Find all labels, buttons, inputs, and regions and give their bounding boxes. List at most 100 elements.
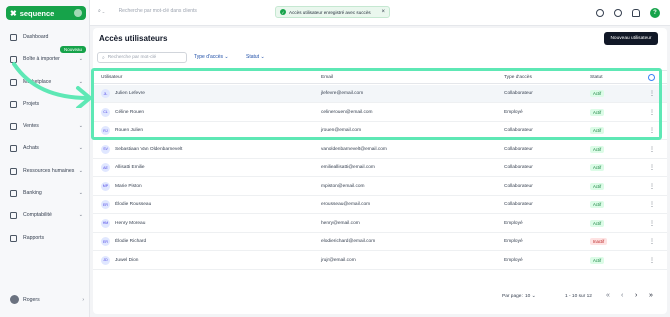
table-row[interactable]: RJ Rouen Julien jrouen@email.com Collaborat… bbox=[93, 122, 667, 140]
avatar: HM bbox=[101, 218, 110, 228]
table-row[interactable]: ER Élodie Richard elodierichard@email.com E… bbox=[93, 233, 667, 251]
more-options-icon[interactable]: ⋮ bbox=[649, 127, 655, 134]
column-header-user[interactable]: Utilisateur bbox=[101, 75, 122, 80]
access-type: Collaborateur bbox=[504, 128, 533, 133]
global-search[interactable]: ⌕ ⌄ Recherche par mot-clé dans clients bbox=[98, 8, 197, 14]
sidebar-item-label: Dashboard bbox=[23, 34, 49, 40]
close-icon[interactable]: × bbox=[381, 9, 385, 15]
avatar: CL bbox=[101, 107, 110, 117]
user-name: Julien Lefevre bbox=[115, 91, 145, 96]
user-email: jrouen@email.com bbox=[321, 128, 362, 133]
column-header-email[interactable]: Email bbox=[321, 75, 333, 80]
logo-text: sequence bbox=[19, 8, 55, 18]
column-header-type[interactable]: Type d'accès bbox=[504, 75, 532, 80]
table-row[interactable]: AE Allisatti Emilie emilieallisatti@email.… bbox=[93, 159, 667, 177]
filter-access-type[interactable]: Type d'accès ⌄ bbox=[194, 54, 229, 60]
access-type: Employé bbox=[504, 220, 523, 226]
search-placeholder: Recherche par mot-clé bbox=[107, 55, 157, 60]
user-name: Sebastiaan Van Oldenbarnevelt bbox=[115, 146, 183, 152]
table-row[interactable]: ER Élodie Rousseau erousseau@email.com Coll… bbox=[93, 196, 667, 214]
sidebar-item-comptabilite[interactable]: Comptabilité ⌄ bbox=[0, 209, 90, 221]
chevron-down-icon: ⌄ bbox=[78, 168, 83, 174]
table-row[interactable]: JL Julien Lefevre jlefevre@email.com Collab… bbox=[93, 85, 667, 103]
access-type: Collaborateur bbox=[504, 183, 533, 189]
filter-status[interactable]: Statut ⌄ bbox=[246, 54, 265, 60]
avatar: RJ bbox=[101, 126, 110, 135]
add-icon[interactable] bbox=[596, 9, 604, 17]
more-options-icon[interactable]: ⋮ bbox=[649, 220, 655, 227]
status-badge: Actif bbox=[590, 256, 605, 264]
avatar: JD bbox=[101, 255, 110, 265]
user-email: jrujr@email.com bbox=[321, 257, 356, 263]
chevron-right-icon: › bbox=[82, 296, 84, 303]
sidebar-item-label: Ressources humaines bbox=[23, 168, 75, 174]
status-badge: Actif bbox=[590, 108, 605, 116]
sidebar-item-label: Banking bbox=[23, 190, 42, 196]
last-page-icon[interactable]: » bbox=[649, 292, 653, 299]
bell-icon[interactable] bbox=[632, 9, 640, 17]
more-options-icon[interactable]: ⋮ bbox=[649, 164, 655, 171]
page-range: 1 - 10 sur 12 bbox=[565, 294, 592, 299]
sidebar-item-rapports[interactable]: Rapports bbox=[0, 232, 90, 244]
table-row[interactable]: MP Marie Piston mpiston@email.com Collabora… bbox=[93, 178, 667, 196]
user-email: henry@email.com bbox=[321, 220, 360, 226]
more-options-icon[interactable]: ⋮ bbox=[649, 109, 655, 116]
filter-label: Type d'accès bbox=[194, 54, 224, 60]
table-search-input[interactable]: ⌕ Recherche par mot-clé bbox=[97, 52, 187, 63]
first-page-icon[interactable]: « bbox=[606, 292, 610, 299]
per-page-value: 10 bbox=[525, 294, 531, 299]
user-name: Allisatti Emilie bbox=[115, 165, 145, 170]
workspace-icon[interactable] bbox=[74, 9, 82, 17]
table-row[interactable]: SV Sebastiaan Van Oldenbarnevelt vanoldenb… bbox=[93, 141, 667, 159]
user-email: vanoldenbarnevelt@email.com bbox=[321, 146, 387, 152]
user-name: Juwel Dion bbox=[115, 257, 139, 263]
chevron-down-icon: ⌄ bbox=[78, 123, 83, 129]
chevron-down-icon: ⌄ bbox=[260, 54, 265, 60]
user-menu[interactable]: Rogers › bbox=[10, 295, 84, 304]
user-name: Élodie Richard bbox=[115, 239, 147, 244]
sidebar-item-achats[interactable]: Achats ⌄ bbox=[0, 142, 90, 154]
chevron-down-icon: ⌄ bbox=[78, 145, 83, 151]
logo[interactable]: ✖ sequence bbox=[6, 6, 86, 20]
user-email: elodierichard@email.com bbox=[321, 239, 376, 244]
access-type: Collaborateur bbox=[504, 202, 533, 207]
avatar: SV bbox=[101, 144, 110, 154]
new-user-button[interactable]: Nouveau utilisateur bbox=[604, 32, 658, 45]
more-options-icon[interactable]: ⋮ bbox=[649, 146, 655, 153]
sidebar-item-ventes[interactable]: Ventes ⌄ bbox=[0, 120, 90, 132]
more-options-icon[interactable]: ⋮ bbox=[649, 238, 655, 245]
sales-icon bbox=[10, 122, 17, 130]
more-options-icon[interactable]: ⋮ bbox=[649, 90, 655, 97]
table-header: Utilisateur Email Type d'accès Statut bbox=[93, 70, 667, 84]
avatar: JL bbox=[101, 89, 110, 98]
prev-page-icon[interactable]: ‹ bbox=[621, 292, 623, 299]
table-row[interactable]: CL Céline Rouen celinerouen@email.com Emplo… bbox=[93, 104, 667, 122]
next-page-icon[interactable]: › bbox=[635, 292, 637, 299]
settings-icon[interactable] bbox=[648, 74, 655, 81]
bank-icon bbox=[10, 189, 17, 197]
sidebar-item-banking[interactable]: Banking ⌄ bbox=[0, 187, 90, 199]
success-toast: ✓ Accès utilisateur enregistré avec succ… bbox=[275, 6, 390, 18]
more-options-icon[interactable]: ⋮ bbox=[649, 183, 655, 190]
clock-icon[interactable] bbox=[614, 9, 622, 17]
global-search-input[interactable]: Recherche par mot-clé dans clients bbox=[119, 8, 197, 14]
sidebar-item-label: Rapports bbox=[23, 235, 45, 241]
table-row[interactable]: HM Henry Moreau henry@email.com Employé Acti… bbox=[93, 215, 667, 233]
user-name: Marie Piston bbox=[115, 183, 142, 189]
sidebar-item-label: Comptabilité bbox=[23, 212, 52, 218]
per-page-select[interactable]: 10 ⌄ bbox=[525, 294, 536, 299]
column-header-status[interactable]: Statut bbox=[590, 75, 603, 80]
more-options-icon[interactable]: ⋮ bbox=[649, 257, 655, 264]
user-name: Rouen Julien bbox=[115, 128, 144, 133]
ledger-icon bbox=[10, 211, 17, 219]
help-icon[interactable]: ? bbox=[650, 8, 660, 18]
sidebar-item-dashboard[interactable]: Dashboard bbox=[0, 31, 90, 43]
access-type: Collaborateur bbox=[504, 165, 533, 170]
table-row[interactable]: JD Juwel Dion jrujr@email.com Employé Actif ⋮ bbox=[93, 252, 667, 270]
chevron-down-icon: ⌄ bbox=[224, 54, 229, 60]
sidebar-item-rh[interactable]: Ressources humaines ⌄ bbox=[0, 165, 90, 177]
user-name: Céline Rouen bbox=[115, 109, 145, 115]
more-options-icon[interactable]: ⋮ bbox=[649, 201, 655, 208]
status-badge: Actif bbox=[590, 182, 605, 190]
sidebar-item-label: Ventes bbox=[23, 123, 39, 129]
